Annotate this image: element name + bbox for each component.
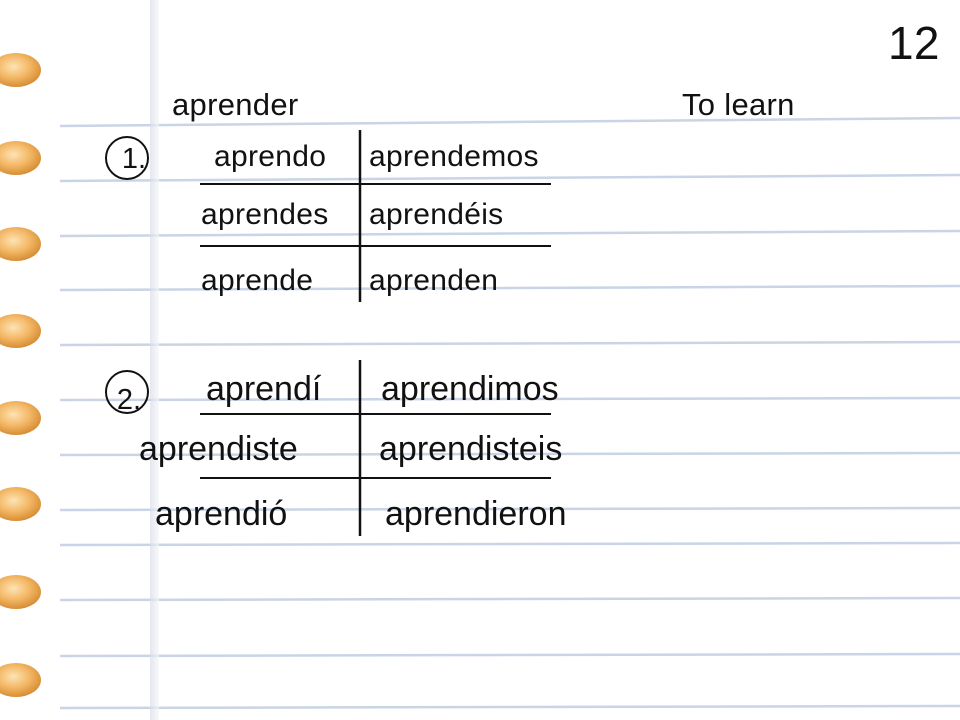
form-vosotros-preterite: aprendisteis [379, 430, 563, 468]
form-nosotros-present: aprendemos [369, 140, 539, 173]
slide: 12 aprender To learn 1. aprendo aprendem… [0, 0, 960, 720]
form-tu-preterite: aprendiste [139, 430, 298, 468]
verb-translation: To learn [682, 87, 795, 122]
section-number-1: 1. [121, 143, 147, 175]
form-nosotros-preterite: aprendimos [381, 370, 559, 408]
form-yo-present: aprendo [214, 140, 327, 173]
margin-line [150, 0, 159, 720]
form-tu-present: aprendes [201, 198, 329, 231]
form-yo-preterite: aprendí [206, 370, 322, 408]
notebook-paper-background [0, 0, 960, 720]
form-el-preterite: aprendió [155, 495, 288, 533]
form-ellos-present: aprenden [369, 264, 499, 297]
section-number-2: 2. [116, 384, 142, 416]
form-vosotros-present: aprendéis [369, 198, 504, 231]
form-el-present: aprende [201, 264, 314, 297]
form-ellos-preterite: aprendieron [385, 495, 567, 533]
slide-number: 12 [888, 17, 940, 69]
verb-infinitive: aprender [172, 87, 299, 122]
